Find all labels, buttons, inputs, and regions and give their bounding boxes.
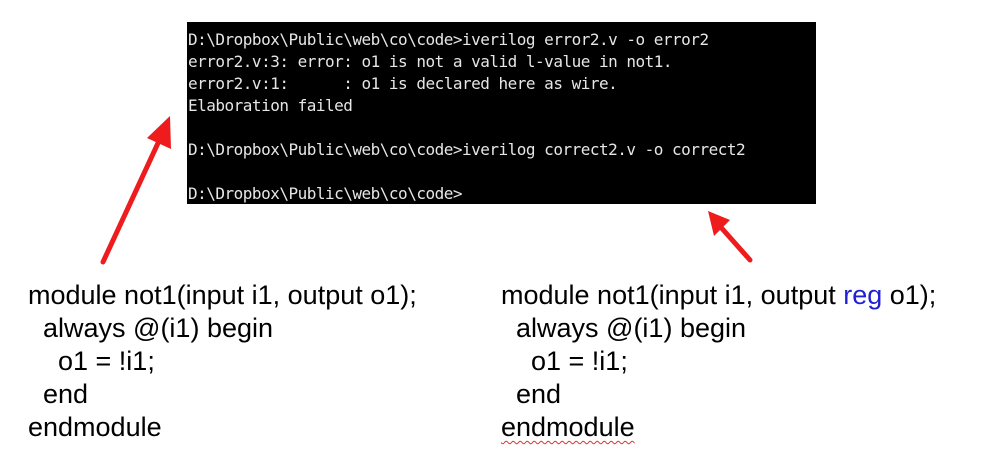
terminal-line: Elaboration failed <box>188 96 353 115</box>
terminal-line: D:\Dropbox\Public\web\co\code>iverilog c… <box>188 140 746 159</box>
code-line: o1 = !i1; <box>501 346 628 376</box>
spellcheck-underlined-text: endmodule <box>501 412 635 442</box>
code-line: o1 = !i1; <box>28 346 155 376</box>
right-arrow-line <box>715 221 753 263</box>
code-wrong: module not1(input i1, output o1); always… <box>28 279 417 444</box>
code-text: o1); <box>882 280 937 310</box>
code-line: always @(i1) begin <box>28 313 274 343</box>
code-line: module not1(input i1, output reg o1); <box>501 279 936 312</box>
terminal-line: error2.v:3: error: o1 is not a valid l-v… <box>188 52 673 71</box>
reg-keyword: reg <box>843 280 883 310</box>
right-arrow-head <box>708 211 730 236</box>
left-arrow-line <box>100 125 168 265</box>
terminal-line: D:\Dropbox\Public\web\co\code> <box>188 184 462 203</box>
code-text: module not1(input i1, output <box>501 280 844 310</box>
code-correct: module not1(input i1, output reg o1); al… <box>501 279 936 444</box>
code-line: end <box>28 379 89 409</box>
terminal-window: D:\Dropbox\Public\web\co\code>iverilog e… <box>187 22 816 204</box>
code-line: endmodule <box>28 412 162 442</box>
code-line: always @(i1) begin <box>501 313 747 343</box>
code-line: end <box>501 379 562 409</box>
code-line: endmodule <box>501 411 936 444</box>
code-line: module not1(input i1, output o1); <box>28 280 417 310</box>
terminal-line: error2.v:1: : o1 is declared here as wir… <box>188 74 618 93</box>
left-arrow-head <box>147 116 171 149</box>
terminal-line: D:\Dropbox\Public\web\co\code>iverilog e… <box>188 30 709 49</box>
